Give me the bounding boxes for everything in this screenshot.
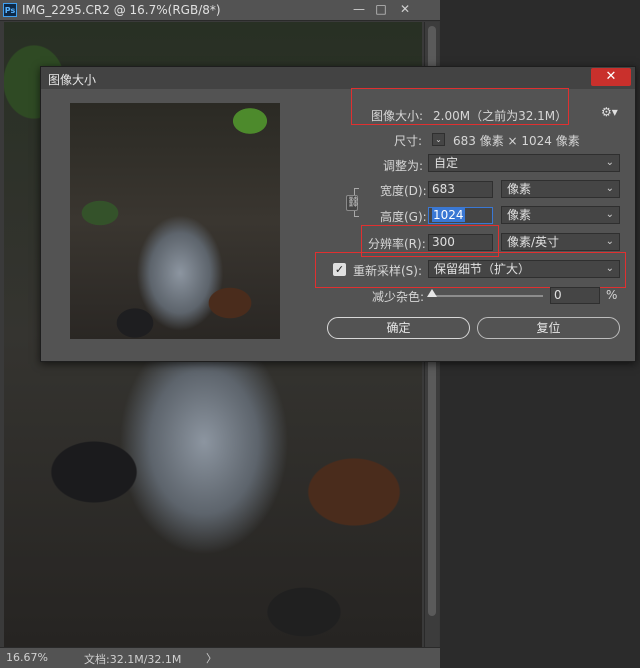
document-titlebar: Ps IMG_2295.CR2 @ 16.7%(RGB/8*) — □ ✕	[0, 0, 440, 21]
dialog-title: 图像大小	[48, 73, 97, 87]
reduce-noise-label: 减少杂色:	[372, 290, 425, 304]
chevron-down-icon: ⌄	[605, 263, 614, 274]
resample-label: 重新采样(S):	[353, 264, 423, 278]
dialog-close-button[interactable]: ✕	[591, 68, 631, 86]
reset-button[interactable]: 复位	[477, 317, 620, 339]
image-size-dialog: 图像大小 ✕ 图像大小: 2.00M（之前为32.1M） ⚙▾ 尺寸: ⌄ 68…	[40, 66, 636, 362]
image-size-value: 2.00M（之前为32.1M）	[433, 109, 568, 123]
minimize-button[interactable]: —	[348, 1, 370, 18]
resolution-unit-select[interactable]: 像素/英寸 ⌄	[501, 233, 620, 251]
photoshop-icon: Ps	[3, 3, 17, 17]
height-label: 高度(G):	[380, 210, 427, 224]
resample-method-select[interactable]: 保留细节（扩大） ⌄	[428, 260, 620, 278]
fit-to-value: 自定	[434, 156, 459, 170]
close-window-button[interactable]: ✕	[394, 1, 416, 18]
status-menu-arrow-icon[interactable]: 〉	[206, 650, 217, 666]
image-preview[interactable]	[70, 103, 280, 339]
dimensions-unit-dropdown[interactable]: ⌄	[432, 133, 445, 146]
fit-to-label: 调整为:	[383, 159, 424, 173]
height-unit-select[interactable]: 像素 ⌄	[501, 206, 620, 224]
settings-gear-icon[interactable]: ⚙▾	[601, 105, 618, 119]
reduce-noise-slider-thumb[interactable]	[427, 289, 437, 297]
chevron-down-icon: ⌄	[605, 209, 614, 220]
resample-checkbox[interactable]: ✓	[333, 263, 346, 276]
image-size-label: 图像大小:	[371, 109, 424, 123]
percent-unit: %	[606, 288, 618, 302]
maximize-button[interactable]: □	[370, 1, 392, 18]
reduce-noise-input[interactable]: 0	[550, 287, 600, 304]
dimensions-value: 683 像素 × 1024 像素	[453, 134, 580, 148]
width-label: 宽度(D):	[380, 184, 427, 198]
resolution-label: 分辨率(R):	[368, 237, 426, 251]
status-bar: 16.67% 文档:32.1M/32.1M 〉	[0, 647, 440, 668]
resolution-input[interactable]: 300	[428, 234, 493, 251]
fit-to-select[interactable]: 自定 ⌄	[428, 154, 620, 172]
height-input[interactable]: 1024	[428, 207, 493, 224]
ok-button[interactable]: 确定	[327, 317, 470, 339]
chevron-down-icon: ⌄	[605, 236, 614, 247]
reduce-noise-slider-track[interactable]	[431, 295, 543, 297]
chevron-down-icon: ⌄	[605, 157, 614, 168]
width-unit-select[interactable]: 像素 ⌄	[501, 180, 620, 198]
dialog-titlebar[interactable]: 图像大小 ✕	[41, 67, 635, 89]
zoom-level[interactable]: 16.67%	[6, 651, 48, 664]
dimensions-label: 尺寸:	[394, 134, 423, 148]
constrain-proportions-link-icon[interactable]: ⛓	[346, 195, 360, 211]
document-size-info: 文档:32.1M/32.1M	[84, 653, 182, 666]
width-input[interactable]: 683	[428, 181, 493, 198]
chevron-down-icon: ⌄	[605, 183, 614, 194]
document-title: IMG_2295.CR2 @ 16.7%(RGB/8*)	[22, 3, 221, 17]
